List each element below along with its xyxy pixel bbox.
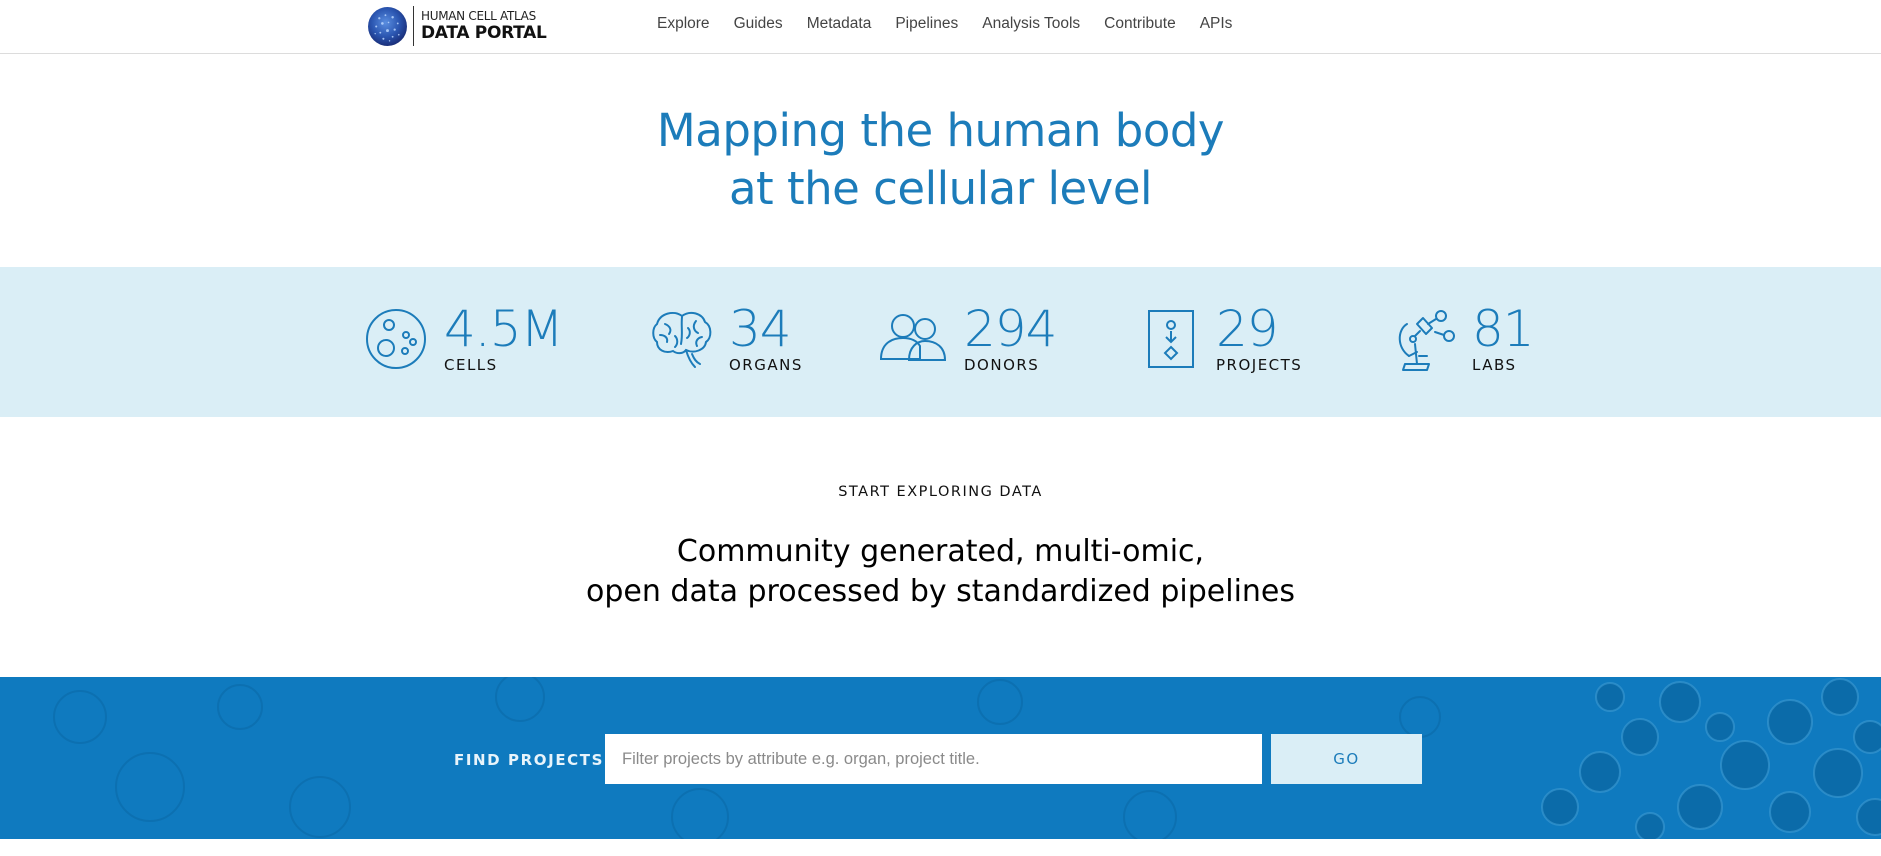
stat-donors: 294 DONORS [879,300,1057,374]
logo-line2: DATA PORTAL [421,23,547,43]
globe-logo-icon [368,6,407,46]
stat-labs-label: LABS [1472,356,1517,374]
site-header: HUMAN CELL ATLAS DATA PORTAL Explore Gui… [0,0,1881,54]
microscope-icon [1398,310,1455,371]
stat-projects: 29 PROJECTS [1145,304,1302,374]
stat-cells: 4.5M CELLS [365,300,564,374]
stat-projects-text: 29 PROJECTS [1216,304,1302,374]
stat-labs-value: 81 [1472,300,1535,358]
nav-metadata[interactable]: Metadata [807,15,872,33]
logo-text: HUMAN CELL ATLAS DATA PORTAL [421,10,547,42]
stat-organs-text: 34 ORGANS [729,304,803,374]
nav-analysis-tools[interactable]: Analysis Tools [982,15,1080,33]
stat-organs-label: ORGANS [729,356,803,374]
project-search-input[interactable] [605,734,1262,784]
nav-guides[interactable]: Guides [734,15,783,33]
brain-icon [652,311,712,368]
projects-icon [1148,310,1194,368]
find-projects-band: FIND PROJECTS GO [0,677,1881,839]
stat-donors-value: 294 [964,300,1057,358]
hero-line2: at the cellular level [728,162,1153,215]
stat-donors-text: 294 DONORS [964,300,1057,374]
stat-cells-label: CELLS [444,356,498,374]
stat-donors-label: DONORS [964,356,1040,374]
find-projects-label: FIND PROJECTS [454,751,605,769]
hca-logo[interactable]: HUMAN CELL ATLAS DATA PORTAL [367,5,547,47]
stat-cells-value: 4.5M [444,300,564,358]
main-nav: Explore Guides Metadata Pipelines Analys… [657,15,1232,33]
stat-organs-value: 34 [729,300,792,358]
cells-icon [366,309,426,369]
stat-labs: 81 LABS [1393,300,1535,374]
tagline-line1: Community generated, multi-omic, [676,534,1205,569]
stat-projects-value: 29 [1216,300,1279,358]
stat-labs-text: 81 LABS [1472,300,1535,374]
hero-heading: Mapping the human body at the cellular l… [0,102,1881,218]
stats-band: 4.5M CELLS 34 ORGANS 294 DONORS 29 PROJE… [0,267,1881,417]
go-button[interactable]: GO [1271,734,1422,784]
donors-icon [879,314,947,361]
nav-apis[interactable]: APIs [1200,15,1233,33]
stat-organs: 34 ORGANS [650,304,803,374]
stat-projects-label: PROJECTS [1216,356,1303,374]
logo-line1: HUMAN CELL ATLAS [421,9,536,23]
nav-contribute[interactable]: Contribute [1104,15,1176,33]
section-eyebrow: START EXPLORING DATA [838,484,1043,500]
nav-explore[interactable]: Explore [657,15,710,33]
section-tagline: Community generated, multi-omic, open da… [0,532,1881,612]
stat-cells-text: 4.5M CELLS [444,300,564,374]
nav-pipelines[interactable]: Pipelines [895,15,958,33]
tagline-line2: open data processed by standardized pipe… [586,574,1295,609]
logo-divider [413,6,414,46]
hero-line1: Mapping the human body [656,104,1225,157]
